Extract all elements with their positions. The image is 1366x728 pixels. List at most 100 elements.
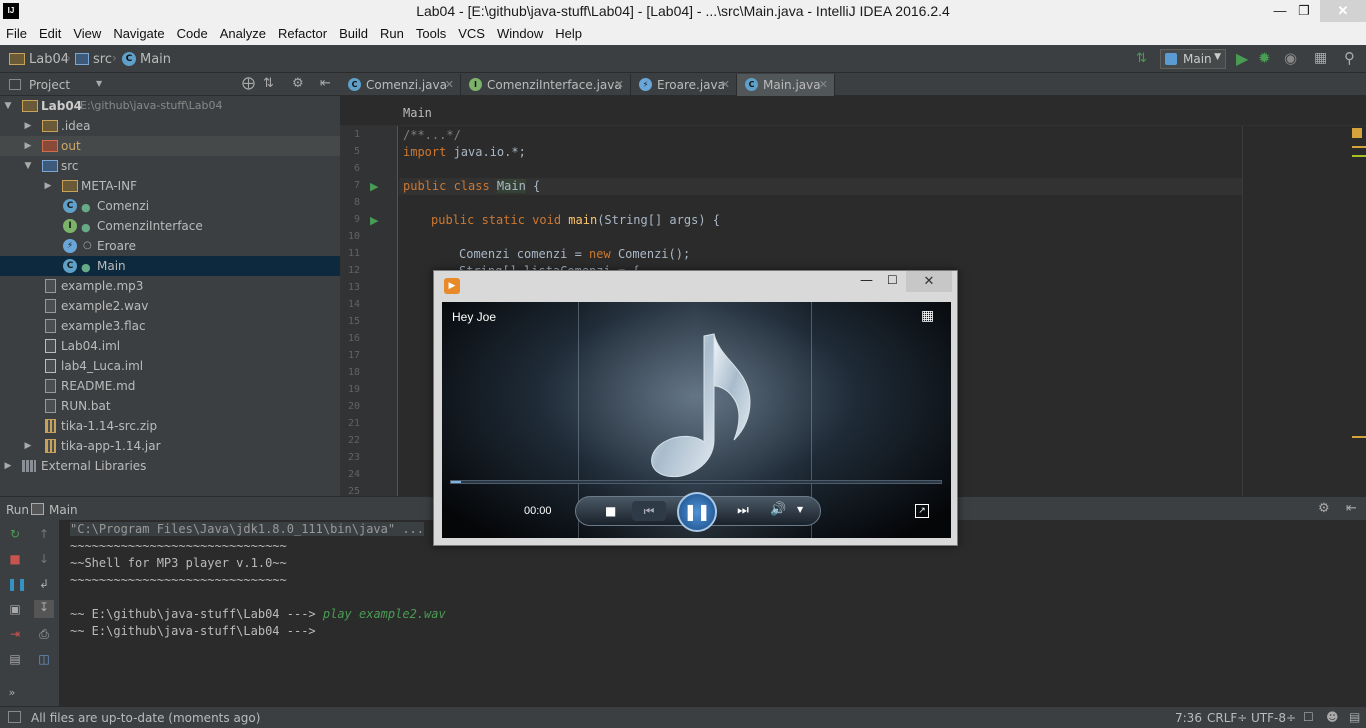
- pause-icon[interactable]: ❚❚: [7, 577, 27, 591]
- seek-bar[interactable]: [450, 480, 942, 484]
- menu-tools[interactable]: Tools: [410, 24, 452, 41]
- menu-edit[interactable]: Edit: [33, 24, 67, 41]
- crumb-project[interactable]: Lab04: [29, 52, 69, 67]
- tree-item-external-libraries[interactable]: ▶ External Libraries: [0, 456, 340, 476]
- menu-refactor[interactable]: Refactor: [272, 24, 333, 41]
- file-encoding[interactable]: UTF-8÷: [1251, 711, 1296, 725]
- tab-main[interactable]: C Main.java ✕: [737, 74, 835, 96]
- error-stripe-mark[interactable]: [1352, 146, 1366, 148]
- tree-item-tika-app-jar[interactable]: ▶ tika-app-1.14.jar: [0, 436, 340, 456]
- run-gutter-icon[interactable]: ▶: [370, 180, 378, 193]
- tree-item-tika-src-zip[interactable]: tika-1.14-src.zip: [0, 416, 340, 436]
- stop-icon[interactable]: ■: [605, 504, 616, 518]
- menu-help[interactable]: Help: [549, 24, 588, 41]
- run-config-select[interactable]: Main ▼: [1160, 49, 1226, 69]
- menu-analyze[interactable]: Analyze: [214, 24, 272, 41]
- menu-navigate[interactable]: Navigate: [107, 24, 170, 41]
- maximize-button[interactable]: ❐: [1290, 0, 1318, 22]
- close-icon[interactable]: ✕: [445, 74, 454, 96]
- gear-icon[interactable]: ⚙: [1318, 501, 1330, 516]
- layout-icon[interactable]: ▤: [7, 652, 23, 666]
- tree-item-meta-inf[interactable]: ▶ META-INF: [0, 176, 340, 196]
- maximize-button[interactable]: ☐: [887, 273, 898, 287]
- caret-position[interactable]: 7:36: [1175, 711, 1202, 725]
- crumb-main[interactable]: Main: [140, 52, 171, 67]
- run-panel-title[interactable]: Run: [6, 503, 29, 517]
- error-stripe-mark[interactable]: [1352, 436, 1366, 438]
- switch-to-library-icon[interactable]: ▦: [921, 308, 934, 324]
- hide-panel-icon[interactable]: ⇤: [1346, 501, 1357, 516]
- volume-icon[interactable]: 🔊: [770, 502, 786, 517]
- run-gutter-icon[interactable]: ▶: [370, 214, 378, 227]
- error-stripe-mark[interactable]: [1352, 155, 1366, 157]
- arrow-up-icon[interactable]: ↑: [36, 527, 52, 541]
- tree-item-out[interactable]: ▶ out: [0, 136, 340, 156]
- tree-item-comenziinterface[interactable]: I ● ComenziInterface: [0, 216, 340, 236]
- stop-icon[interactable]: ■: [7, 552, 23, 566]
- tool-windows-icon[interactable]: [8, 711, 21, 723]
- next-icon[interactable]: ⏭: [726, 501, 760, 521]
- pause-button[interactable]: ❚❚: [677, 492, 717, 532]
- menu-window[interactable]: Window: [491, 24, 549, 41]
- project-panel-title[interactable]: Project: [29, 78, 70, 92]
- console-output[interactable]: "C:\Program Files\Java\jdk1.8.0_111\bin\…: [60, 520, 1366, 706]
- scroll-from-source-icon[interactable]: ⨁: [242, 76, 255, 91]
- rerun-icon[interactable]: ↻: [7, 527, 23, 541]
- minimize-button[interactable]: —: [860, 273, 873, 288]
- tab-comenziinterface[interactable]: I ComenziInterface.java ✕: [461, 74, 631, 96]
- tree-item-root[interactable]: ▼ Lab04 E:\github\java-stuff\Lab04: [0, 96, 340, 116]
- menu-view[interactable]: View: [67, 24, 107, 41]
- event-log-icon[interactable]: ▤: [1349, 710, 1360, 724]
- project-structure-icon[interactable]: ▦: [1314, 50, 1327, 66]
- trash-icon[interactable]: ◫: [36, 652, 52, 666]
- search-icon[interactable]: ⚲: [1344, 49, 1355, 67]
- camera-icon[interactable]: ▣: [7, 602, 23, 616]
- build-icon[interactable]: ⇅: [1136, 51, 1147, 66]
- tab-eroare[interactable]: ⚡ Eroare.java ✕: [631, 74, 737, 96]
- chevron-down-icon[interactable]: ▼: [797, 505, 803, 514]
- menu-vcs[interactable]: VCS: [452, 24, 491, 41]
- tree-item-idea[interactable]: ▶ .idea: [0, 116, 340, 136]
- close-button[interactable]: ✕: [1320, 0, 1366, 22]
- menu-code[interactable]: Code: [171, 24, 214, 41]
- full-screen-icon[interactable]: ↗: [915, 504, 929, 518]
- tab-comenzi[interactable]: C Comenzi.java ✕: [340, 74, 461, 96]
- crumb-src[interactable]: src: [93, 52, 112, 67]
- chevron-down-icon[interactable]: ▼: [96, 79, 102, 88]
- previous-icon[interactable]: ⏮: [632, 501, 666, 521]
- more-icon[interactable]: »: [4, 686, 20, 700]
- inspection-warning-icon[interactable]: [1352, 128, 1362, 138]
- collapse-all-icon[interactable]: ⇅: [263, 76, 274, 91]
- tree-item-run-bat[interactable]: RUN.bat: [0, 396, 340, 416]
- hide-panel-icon[interactable]: ⇤: [320, 76, 331, 91]
- scroll-to-end-icon[interactable]: ↧: [34, 600, 54, 618]
- close-icon[interactable]: ✕: [819, 74, 828, 96]
- exit-icon[interactable]: ⇥: [7, 627, 23, 641]
- soft-wrap-icon[interactable]: ↲: [36, 577, 52, 591]
- gear-icon[interactable]: ⚙: [292, 76, 304, 91]
- arrow-down-icon[interactable]: ↓: [36, 552, 52, 566]
- breadcrumb-class[interactable]: Main: [403, 106, 432, 120]
- media-player-window[interactable]: ▶ — ☐ ✕ Hey Joe ▦ 00:00 ■ ⏮ ❚❚ ⏭ 🔊 ▼ ↗: [433, 270, 958, 546]
- tree-item-eroare[interactable]: ⚡ ○ Eroare: [0, 236, 340, 256]
- debug-icon[interactable]: ✹: [1258, 49, 1271, 67]
- tree-item-example-mp3[interactable]: example.mp3: [0, 276, 340, 296]
- menu-build[interactable]: Build: [333, 24, 374, 41]
- inspector-icon[interactable]: ☻: [1326, 710, 1339, 724]
- close-button[interactable]: ✕: [906, 271, 952, 292]
- tree-item-readme[interactable]: README.md: [0, 376, 340, 396]
- player-visualization[interactable]: Hey Joe ▦ 00:00 ■ ⏮ ❚❚ ⏭ 🔊 ▼ ↗: [442, 302, 951, 538]
- tree-item-src[interactable]: ▼ src: [0, 156, 340, 176]
- run-icon[interactable]: ▶: [1236, 49, 1248, 68]
- tree-item-lab04-iml[interactable]: Lab04.iml: [0, 336, 340, 356]
- tree-item-comenzi[interactable]: C ● Comenzi: [0, 196, 340, 216]
- lock-icon[interactable]: ☐: [1303, 710, 1314, 724]
- menu-file[interactable]: File: [0, 24, 33, 41]
- tree-item-main[interactable]: C ● Main: [0, 256, 340, 276]
- tree-item-lab4-luca-iml[interactable]: lab4_Luca.iml: [0, 356, 340, 376]
- close-icon[interactable]: ✕: [615, 74, 624, 96]
- run-config-tab[interactable]: Main: [49, 503, 78, 517]
- tree-item-example3-flac[interactable]: example3.flac: [0, 316, 340, 336]
- close-icon[interactable]: ✕: [721, 74, 730, 96]
- coverage-icon[interactable]: ◉: [1284, 49, 1297, 67]
